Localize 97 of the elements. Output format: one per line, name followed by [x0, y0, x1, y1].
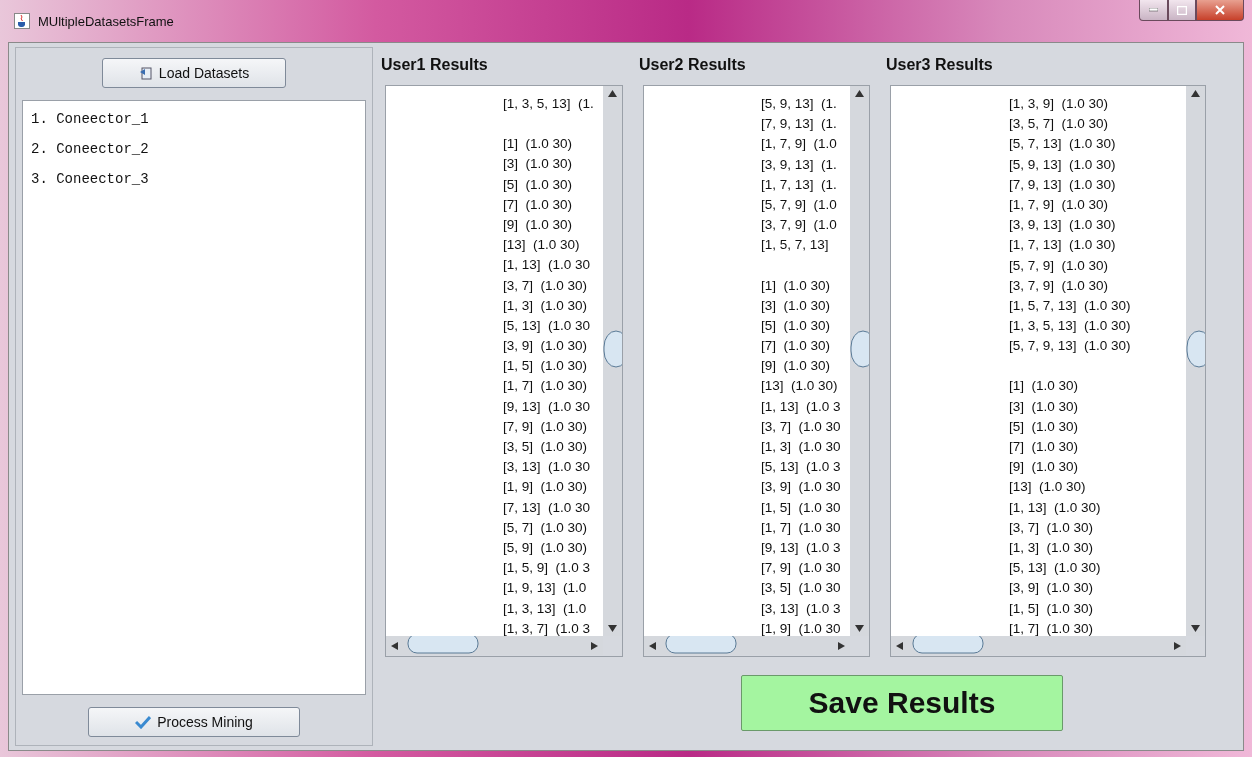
result-line: [3, 13] (1.0 30 — [503, 458, 591, 477]
result-line: [9] (1.0 30) — [1009, 458, 1079, 477]
java-cup-icon — [14, 13, 30, 29]
result-line: [5] (1.0 30) — [1009, 417, 1079, 436]
result-line: [3, 13] (1.0 3 — [761, 599, 841, 618]
result-line: [1, 9, 13] (1.0 — [503, 579, 587, 598]
window-title: MUltipleDatasetsFrame — [38, 13, 174, 29]
save-results-button[interactable]: Save Results — [741, 675, 1063, 731]
result-line: [3, 7] (1.0 30) — [503, 276, 588, 295]
result-line: [3, 7] (1.0 30 — [761, 417, 841, 436]
maximize-icon — [1177, 5, 1187, 15]
result-line: [7, 13] (1.0 30 — [503, 498, 591, 517]
result-line: [5, 13] (1.0 3 — [761, 458, 841, 477]
maximize-button[interactable] — [1168, 0, 1196, 21]
close-icon — [1215, 5, 1225, 15]
dataset-item[interactable]: 3. Coneector_3 — [31, 167, 357, 197]
result-line: [1, 5, 7, 13] (1.0 30) — [1009, 296, 1131, 315]
result-line: [7, 9, 13] (1.0 30) — [1009, 175, 1116, 194]
result-line: [1, 3] (1.0 30) — [503, 296, 588, 315]
result-line: [5] (1.0 30) — [503, 175, 573, 194]
result-line: [7, 9] (1.0 30) — [503, 417, 588, 436]
result-line: [1, 7, 13] (1.0 30) — [1009, 236, 1116, 255]
result-line: [7, 9, 13] (1. — [761, 115, 837, 134]
result-line: [5, 7, 9] (1.0 30) — [1009, 256, 1109, 275]
result-line: [5, 9] (1.0 30) — [503, 538, 588, 557]
result-line: [1, 7] (1.0 30 — [761, 518, 841, 537]
result-line: [1, 5] (1.0 30) — [503, 357, 588, 376]
result-line: [1, 5, 7, 13] — [761, 236, 829, 255]
result-line: [5, 7, 9] (1.0 — [761, 195, 837, 214]
result-line: [3, 9, 13] (1. — [761, 155, 837, 174]
result-line: [1, 7, 13] (1. — [761, 175, 837, 194]
result-line: [1] (1.0 30) — [503, 135, 573, 154]
result-line: [7] (1.0 30) — [761, 337, 831, 356]
result-line: [3, 5] (1.0 30 — [761, 579, 841, 598]
dataset-item[interactable]: 2. Coneector_2 — [31, 137, 357, 167]
load-icon — [138, 66, 153, 80]
result-line: [1, 13] (1.0 30 — [503, 256, 591, 275]
result-line: [1, 7] (1.0 30) — [1009, 619, 1094, 636]
result-line: [3, 7, 9] (1.0 30) — [1009, 276, 1109, 295]
result-line: [1, 3, 13] (1.0 — [503, 599, 587, 618]
result-line: [1] (1.0 30) — [761, 276, 831, 295]
result-line: [1, 3, 9] (1.0 30) — [1009, 95, 1109, 113]
result-line: [3] (1.0 30) — [1009, 397, 1079, 416]
minimize-icon — [1149, 8, 1158, 12]
result-line: [3, 5] (1.0 30) — [503, 438, 588, 456]
result-line: [13] (1.0 30) — [1009, 478, 1086, 497]
result-line: [3, 9] (1.0 30) — [503, 337, 588, 356]
result-line: [5, 7, 13] (1.0 30) — [1009, 135, 1116, 154]
result-line: [1, 7] (1.0 30) — [503, 377, 588, 396]
result-line: [1, 3, 7] (1.0 3 — [503, 619, 591, 636]
result-line: [1, 7, 9] (1.0 30) — [1009, 195, 1109, 214]
result-line: [1, 3] (1.0 30) — [1009, 538, 1094, 557]
result-line: [1, 9] (1.0 30 — [761, 619, 841, 636]
process-mining-button[interactable]: Process Mining — [88, 707, 300, 737]
results-heading: User1 Results — [381, 55, 488, 75]
result-line: [3, 7] (1.0 30) — [1009, 518, 1094, 537]
result-line: [9] (1.0 30) — [761, 357, 831, 376]
load-datasets-button[interactable]: Load Datasets — [102, 58, 286, 88]
result-line: [5, 9, 13] (1.0 30) — [1009, 155, 1116, 174]
result-line: [5, 13] (1.0 30) — [1009, 559, 1101, 578]
result-line: [1, 5] (1.0 30) — [1009, 599, 1094, 618]
result-line: [1, 13] (1.0 3 — [761, 397, 841, 416]
result-line: [5, 9, 13] (1. — [761, 95, 837, 113]
minimize-button[interactable] — [1139, 0, 1168, 21]
result-line: [1, 5] (1.0 30 — [761, 498, 841, 517]
result-line: [7, 9] (1.0 30 — [761, 559, 841, 578]
result-line: [5, 7, 9, 13] (1.0 30) — [1009, 337, 1131, 356]
result-line: [3, 9, 13] (1.0 30) — [1009, 216, 1116, 235]
result-line: [5, 13] (1.0 30 — [503, 316, 591, 335]
result-line: [7] (1.0 30) — [503, 195, 573, 214]
result-line: [1, 3] (1.0 30 — [761, 438, 841, 456]
result-line: [1, 3, 5, 13] (1.0 30) — [1009, 317, 1131, 336]
result-line: [1] (1.0 30) — [1009, 377, 1079, 396]
result-line: [3] (1.0 30) — [503, 155, 573, 174]
checkmark-icon — [135, 715, 152, 729]
result-line: [1, 7, 9] (1.0 — [761, 135, 837, 154]
results-heading: User2 Results — [639, 55, 746, 75]
result-line: [3, 7, 9] (1.0 — [761, 216, 837, 235]
result-line: [3, 5, 7] (1.0 30) — [1009, 115, 1109, 134]
result-line: [9] (1.0 30) — [503, 215, 573, 234]
result-line: [9, 13] (1.0 30 — [503, 397, 591, 416]
result-line: [9, 13] (1.0 3 — [761, 538, 841, 557]
results-heading: User3 Results — [886, 55, 993, 75]
result-line: [3, 9] (1.0 30 — [761, 478, 841, 497]
result-line: [1, 3, 5, 13] (1. — [503, 95, 594, 113]
dataset-item[interactable]: 1. Coneector_1 — [31, 107, 357, 137]
result-line: [13] (1.0 30) — [761, 377, 838, 396]
result-line: [5] (1.0 30) — [761, 316, 831, 335]
result-line: [3] (1.0 30) — [761, 296, 831, 315]
result-line: [1, 5, 9] (1.0 3 — [503, 559, 591, 578]
result-line: [5, 7] (1.0 30) — [503, 518, 588, 537]
result-line: [1, 9] (1.0 30) — [503, 478, 588, 497]
result-line: [13] (1.0 30) — [503, 236, 580, 255]
close-button[interactable] — [1196, 0, 1244, 21]
result-line: [1, 13] (1.0 30) — [1009, 498, 1101, 517]
result-line: [3, 9] (1.0 30) — [1009, 579, 1094, 598]
result-line: [7] (1.0 30) — [1009, 438, 1079, 456]
